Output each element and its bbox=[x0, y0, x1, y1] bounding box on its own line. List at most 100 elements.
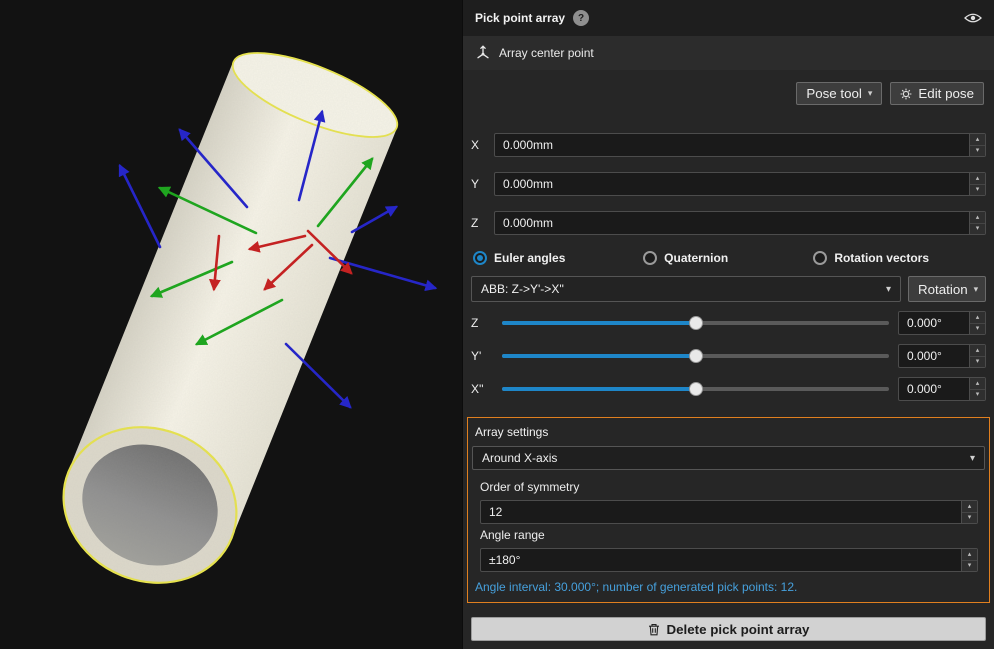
x-row: X 0.000mm ▴ ▾ bbox=[471, 133, 986, 157]
edit-pose-label: Edit pose bbox=[918, 86, 974, 101]
array-settings-title: Array settings bbox=[475, 425, 986, 439]
pick-point-array-panel: Pick point array ? bbox=[462, 0, 994, 649]
z-value: 0.000mm bbox=[495, 212, 969, 234]
radio-euler-angles[interactable]: Euler angles bbox=[473, 250, 643, 266]
gear-icon bbox=[900, 88, 912, 100]
y-value: 0.000mm bbox=[495, 173, 969, 195]
array-center-point-section: Array center point bbox=[463, 36, 994, 70]
array-axis-dropdown[interactable]: Around X-axis ▾ bbox=[472, 446, 985, 470]
pose-tool-button[interactable]: Pose tool ▾ bbox=[796, 82, 882, 105]
y-angle-spinner[interactable]: ▴ ▾ bbox=[969, 345, 985, 367]
slider-label-y: Y' bbox=[471, 349, 493, 363]
y-input[interactable]: 0.000mm ▴ ▾ bbox=[494, 172, 986, 196]
array-center-point-icon bbox=[475, 43, 491, 63]
point-cloud-scene bbox=[0, 0, 462, 649]
app-window: Pick point array ? bbox=[0, 0, 994, 649]
order-of-symmetry-input[interactable]: 12 ▴ ▾ bbox=[480, 500, 978, 524]
slider-row-x: X'' 0.000° ▴ ▾ bbox=[471, 377, 986, 401]
slider-handle[interactable] bbox=[689, 349, 703, 363]
x-input[interactable]: 0.000mm ▴ ▾ bbox=[494, 133, 986, 157]
angle-interval-info: Angle interval: 30.000°; number of gener… bbox=[475, 580, 986, 594]
euler-convention-row: ABB: Z->Y'->X'' ▾ Rotation ▾ bbox=[471, 276, 986, 302]
radio-quaternion[interactable]: Quaternion bbox=[643, 250, 813, 266]
rotation-button[interactable]: Rotation ▾ bbox=[908, 276, 986, 302]
spin-up-icon[interactable]: ▴ bbox=[970, 312, 985, 324]
spin-down-icon[interactable]: ▾ bbox=[970, 146, 985, 157]
rotation-mode-radios: Euler angles Quaternion Rotation vectors bbox=[473, 250, 984, 266]
rotation-slider-z[interactable] bbox=[502, 311, 889, 335]
euler-convention-dropdown[interactable]: ABB: Z->Y'->X'' ▾ bbox=[471, 276, 901, 302]
angle-range-label: Angle range bbox=[480, 528, 986, 542]
slider-row-y: Y' 0.000° ▴ ▾ bbox=[471, 344, 986, 368]
slider-label-z: Z bbox=[471, 316, 493, 330]
spin-down-icon[interactable]: ▾ bbox=[970, 224, 985, 235]
x-spinner[interactable]: ▴ ▾ bbox=[969, 134, 985, 156]
spin-up-icon[interactable]: ▴ bbox=[970, 212, 985, 224]
radio-dot bbox=[643, 251, 657, 265]
order-spinner[interactable]: ▴ ▾ bbox=[961, 501, 977, 523]
y-row: Y 0.000mm ▴ ▾ bbox=[471, 172, 986, 196]
z-angle-spinner[interactable]: ▴ ▾ bbox=[969, 312, 985, 334]
z-angle-input[interactable]: 0.000° ▴ ▾ bbox=[898, 311, 986, 335]
chevron-down-icon: ▾ bbox=[970, 453, 975, 464]
euler-sliders: Z 0.000° ▴ ▾ Y' bbox=[471, 311, 986, 401]
spin-down-icon[interactable]: ▾ bbox=[962, 513, 977, 524]
z-label: Z bbox=[471, 216, 485, 230]
radio-label: Euler angles bbox=[494, 251, 565, 265]
panel-title: Pick point array bbox=[475, 11, 565, 25]
angle-range-value: ±180° bbox=[481, 549, 961, 571]
pose-tool-label: Pose tool bbox=[806, 86, 862, 101]
z-row: Z 0.000mm ▴ ▾ bbox=[471, 211, 986, 235]
radio-dot bbox=[813, 251, 827, 265]
slider-label-x: X'' bbox=[471, 382, 493, 396]
rotation-button-label: Rotation bbox=[918, 282, 968, 297]
pose-toolbar: Pose tool ▾ Edit pose bbox=[473, 82, 984, 105]
rotation-slider-y[interactable] bbox=[502, 344, 889, 368]
spin-up-icon[interactable]: ▴ bbox=[970, 378, 985, 390]
spin-down-icon[interactable]: ▾ bbox=[970, 357, 985, 368]
spin-down-icon[interactable]: ▾ bbox=[970, 390, 985, 401]
x-label: X bbox=[471, 138, 485, 152]
spin-up-icon[interactable]: ▴ bbox=[970, 345, 985, 357]
visibility-icon[interactable] bbox=[964, 12, 982, 24]
slider-handle[interactable] bbox=[689, 382, 703, 396]
order-of-symmetry-label: Order of symmetry bbox=[480, 480, 986, 494]
delete-pick-point-array-button[interactable]: Delete pick point array bbox=[471, 617, 986, 641]
spin-up-icon[interactable]: ▴ bbox=[962, 501, 977, 513]
y-angle-value: 0.000° bbox=[899, 345, 969, 367]
y-label: Y bbox=[471, 177, 485, 191]
chevron-down-icon: ▾ bbox=[974, 285, 979, 294]
spin-down-icon[interactable]: ▾ bbox=[970, 185, 985, 196]
trash-icon bbox=[648, 623, 660, 636]
radio-dot bbox=[473, 251, 487, 265]
euler-convention-value: ABB: Z->Y'->X'' bbox=[481, 282, 886, 296]
chevron-down-icon: ▾ bbox=[886, 284, 891, 295]
z-spinner[interactable]: ▴ ▾ bbox=[969, 212, 985, 234]
spin-up-icon[interactable]: ▴ bbox=[970, 134, 985, 146]
y-spinner[interactable]: ▴ ▾ bbox=[969, 173, 985, 195]
radio-rotation-vectors[interactable]: Rotation vectors bbox=[813, 250, 983, 266]
z-angle-value: 0.000° bbox=[899, 312, 969, 334]
help-icon[interactable]: ? bbox=[573, 10, 589, 26]
y-angle-input[interactable]: 0.000° ▴ ▾ bbox=[898, 344, 986, 368]
spin-up-icon[interactable]: ▴ bbox=[970, 173, 985, 185]
z-input[interactable]: 0.000mm ▴ ▾ bbox=[494, 211, 986, 235]
radio-label: Rotation vectors bbox=[834, 251, 929, 265]
chevron-down-icon: ▾ bbox=[868, 89, 873, 98]
section-label: Array center point bbox=[499, 46, 594, 60]
slider-handle[interactable] bbox=[689, 316, 703, 330]
spin-up-icon[interactable]: ▴ bbox=[962, 549, 977, 561]
slider-row-z: Z 0.000° ▴ ▾ bbox=[471, 311, 986, 335]
edit-pose-button[interactable]: Edit pose bbox=[890, 82, 984, 105]
x-angle-input[interactable]: 0.000° ▴ ▾ bbox=[898, 377, 986, 401]
x-angle-spinner[interactable]: ▴ ▾ bbox=[969, 378, 985, 400]
angle-spinner[interactable]: ▴ ▾ bbox=[961, 549, 977, 571]
spin-down-icon[interactable]: ▾ bbox=[970, 324, 985, 335]
angle-range-input[interactable]: ±180° ▴ ▾ bbox=[480, 548, 978, 572]
rotation-slider-x[interactable] bbox=[502, 377, 889, 401]
x-value: 0.000mm bbox=[495, 134, 969, 156]
array-axis-value: Around X-axis bbox=[482, 451, 970, 465]
spin-down-icon[interactable]: ▾ bbox=[962, 561, 977, 572]
panel-header: Pick point array ? bbox=[463, 0, 994, 36]
viewport-3d[interactable] bbox=[0, 0, 462, 649]
